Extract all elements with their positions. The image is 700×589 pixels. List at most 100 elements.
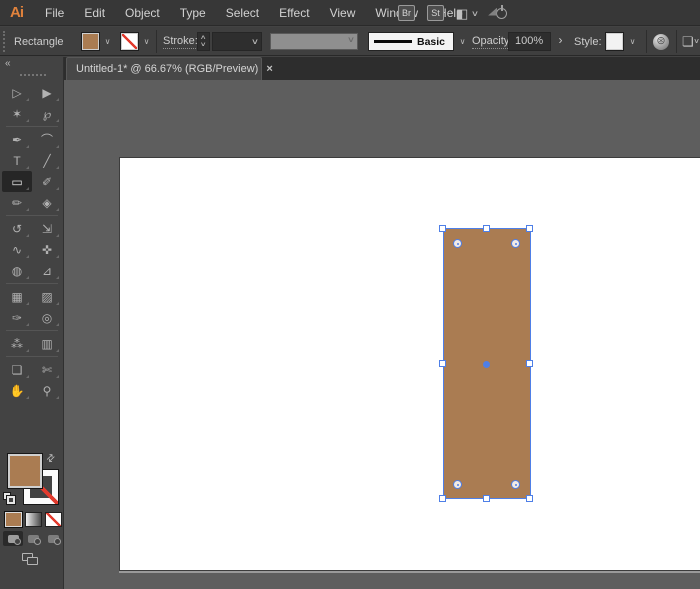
change-screen-mode-button[interactable] — [22, 553, 38, 565]
artboard-tool[interactable]: ❏ — [2, 359, 32, 380]
mesh-tool[interactable]: ▦ — [2, 286, 32, 307]
width-profile-dropdown[interactable]: ∨ — [270, 33, 358, 50]
fill-color-swatch[interactable] — [82, 33, 99, 50]
selection-handle-middle-right[interactable] — [526, 360, 533, 367]
live-corner-widget[interactable] — [511, 480, 520, 489]
line-segment-tool[interactable]: ╱ — [32, 150, 62, 171]
selection-handle-bottom-right[interactable] — [526, 495, 533, 502]
draw-inside-icon — [48, 535, 59, 543]
opacity-input[interactable]: 100% — [508, 32, 551, 51]
direct-selection-tool[interactable]: ▶ — [32, 82, 62, 103]
graphic-style-swatch[interactable] — [606, 33, 623, 50]
selection-handle-bottom-center[interactable] — [483, 495, 490, 502]
live-corner-widget[interactable] — [511, 239, 520, 248]
workspace-switcher[interactable]: ◧ ∨ — [456, 7, 478, 20]
style-chevron-icon[interactable]: ∨ — [625, 33, 640, 50]
selection-handle-top-right[interactable] — [526, 225, 533, 232]
eraser-tool[interactable]: ◈ — [32, 192, 62, 213]
stroke-color-swatch[interactable] — [121, 33, 138, 50]
tool-grid: ▷ ▶ ✶ ℘ ✒ ⌒ T ╱ ▭ ✐ ✏ ◈ ↺ ⇲ ∿ ✜ ◍ ⊿ ▦ ▨ … — [2, 82, 62, 401]
brushes-panel-button[interactable]: Br — [398, 5, 415, 21]
default-fill-stroke-icon[interactable] — [3, 492, 17, 506]
close-tab-icon[interactable]: × — [266, 63, 272, 75]
selection-handle-bottom-left[interactable] — [439, 495, 446, 502]
curvature-tool[interactable]: ⌒ — [32, 129, 62, 150]
pencil-tool[interactable]: ✏ — [2, 192, 32, 213]
brush-chevron-icon[interactable]: ∨ — [455, 33, 470, 50]
object-center-point[interactable] — [483, 361, 490, 368]
selection-handle-middle-left[interactable] — [439, 360, 446, 367]
menu-object[interactable]: Object — [115, 0, 170, 26]
panel-grip[interactable] — [20, 74, 46, 76]
magic-wand-tool[interactable]: ✶ — [2, 103, 32, 124]
draw-inside-button[interactable] — [43, 531, 63, 546]
document-tab[interactable]: Untitled-1* @ 66.67% (RGB/Preview) × — [66, 57, 262, 80]
stroke-weight-dropdown[interactable]: ∨ — [212, 32, 262, 51]
menu-effect[interactable]: Effect — [269, 0, 319, 26]
collapse-panel-icon[interactable]: « — [5, 58, 11, 69]
active-tool-label: Rectangle — [14, 36, 64, 48]
live-corner-widget[interactable] — [453, 239, 462, 248]
symbol-sprayer-tool[interactable]: ⁂ — [2, 333, 32, 354]
rotate-tool[interactable]: ↺ — [2, 218, 32, 239]
width-tool[interactable]: ∿ — [2, 239, 32, 260]
draw-normal-button[interactable] — [3, 531, 23, 546]
separator — [646, 30, 647, 53]
menu-edit[interactable]: Edit — [74, 0, 115, 26]
menu-type[interactable]: Type — [170, 0, 216, 26]
shape-builder-tool[interactable]: ◍ — [2, 260, 32, 281]
color-button[interactable] — [5, 512, 22, 527]
canvas-area[interactable] — [64, 80, 700, 589]
none-button[interactable] — [45, 512, 62, 527]
swap-fill-stroke-icon[interactable]: ⇄ — [44, 452, 58, 466]
selection-handle-top-center[interactable] — [483, 225, 490, 232]
chevron-down-icon[interactable]: ∨ — [251, 33, 259, 50]
gradient-button[interactable] — [25, 512, 42, 527]
pen-tool[interactable]: ✒ — [2, 129, 32, 150]
opacity-label[interactable]: Opacity: — [472, 35, 512, 49]
artboard[interactable] — [119, 157, 700, 571]
live-corner-widget[interactable] — [453, 480, 462, 489]
draw-normal-icon — [8, 535, 19, 543]
zoom-tool[interactable]: ⚲ — [32, 380, 62, 401]
scale-tool[interactable]: ⇲ — [32, 218, 62, 239]
stroke-weight-label[interactable]: Stroke: — [163, 35, 198, 49]
recolor-artwork-icon[interactable]: ⊛ — [653, 34, 669, 50]
brush-definition-dropdown[interactable]: Basic — [368, 32, 454, 51]
draw-behind-button[interactable] — [23, 531, 43, 546]
selection-handle-top-left[interactable] — [439, 225, 446, 232]
opacity-expand-button[interactable]: › — [553, 32, 568, 51]
graphic-styles-panel-button[interactable]: St — [427, 5, 444, 21]
arrange-documents-icon[interactable]: ❏ — [682, 34, 694, 50]
menu-file[interactable]: File — [35, 0, 74, 26]
drawing-mode-buttons — [0, 531, 64, 546]
fill-indicator[interactable] — [8, 454, 42, 488]
type-tool[interactable]: T — [2, 150, 32, 171]
brush-name-label: Basic — [417, 36, 445, 48]
separator — [676, 30, 677, 53]
slice-tool[interactable]: ✄ — [32, 359, 62, 380]
blend-tool[interactable]: ◎ — [32, 307, 62, 328]
lasso-tool[interactable]: ℘ — [32, 103, 62, 124]
gradient-tool[interactable]: ▨ — [32, 286, 62, 307]
perspective-grid-tool[interactable]: ⊿ — [32, 260, 62, 281]
stroke-weight-stepper[interactable]: ∧ ∨ — [197, 32, 210, 51]
menu-view[interactable]: View — [320, 0, 366, 26]
fill-chevron-icon[interactable]: ∨ — [100, 33, 115, 50]
tools-panel: « ▷ ▶ ✶ ℘ ✒ ⌒ T ╱ ▭ ✐ ✏ ◈ ↺ ⇲ ∿ ✜ ◍ ⊿ ▦ … — [0, 57, 64, 589]
eyedropper-tool[interactable]: ✑ — [2, 307, 32, 328]
chevron-down-icon[interactable]: ∨ — [693, 37, 700, 45]
menu-select[interactable]: Select — [216, 0, 269, 26]
rectangle-tool[interactable]: ▭ — [2, 171, 32, 192]
stroke-chevron-icon[interactable]: ∨ — [139, 33, 154, 50]
column-graph-tool[interactable]: ▥ — [32, 333, 62, 354]
gpu-performance-icon[interactable] — [496, 8, 507, 19]
hand-tool[interactable]: ✋ — [2, 380, 32, 401]
paintbrush-tool[interactable]: ✐ — [32, 171, 62, 192]
selection-tool[interactable]: ▷ — [2, 82, 32, 103]
puppet-warp-tool[interactable]: ✜ — [32, 239, 62, 260]
panel-grip[interactable] — [3, 31, 5, 52]
menu-bar: Ai File Edit Object Type Select Effect V… — [0, 0, 700, 26]
stepper-up-icon[interactable]: ∧ — [200, 35, 207, 42]
stepper-down-icon[interactable]: ∨ — [200, 42, 207, 49]
